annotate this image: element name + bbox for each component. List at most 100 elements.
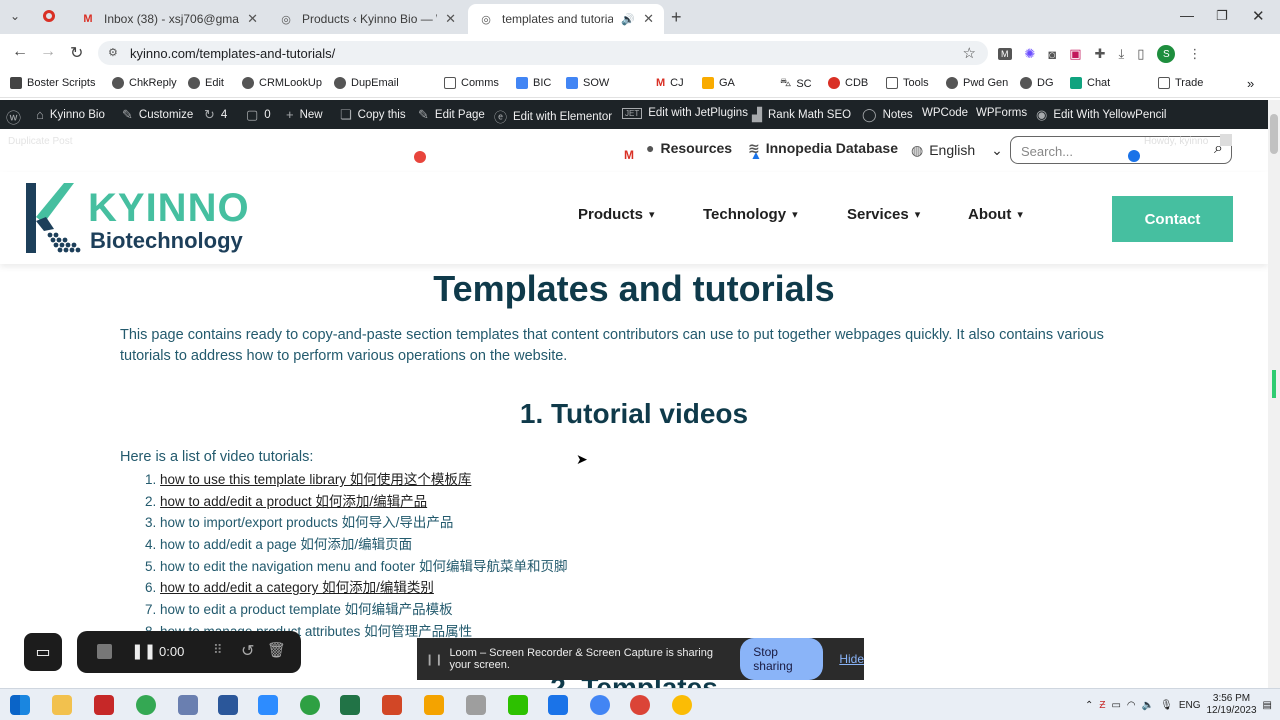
wp-rank-math[interactable]: ▟ Rank Math SEO <box>752 107 851 123</box>
network-app-icon[interactable] <box>178 695 198 715</box>
bookmark-sc[interactable]: ⛍ SC <box>780 77 812 91</box>
nav-services[interactable]: Services ▾ <box>847 206 920 223</box>
extension-pa-icon[interactable]: ▣ <box>1069 46 1081 62</box>
logo-wordmark[interactable]: KYINNO <box>88 186 250 230</box>
kyinno-logo-icon[interactable] <box>24 183 84 255</box>
restart-icon[interactable]: ↺ <box>241 641 254 661</box>
hide-button[interactable]: Hide <box>839 652 864 666</box>
excel-icon[interactable] <box>340 695 360 715</box>
forward-icon[interactable]: → <box>40 43 56 61</box>
address-bar[interactable]: ⚙ kyinno.com/templates-and-tutorials/ ☆ <box>98 41 988 65</box>
wp-wpcode[interactable]: WPCode <box>922 107 968 119</box>
avatar[interactable] <box>1220 134 1232 146</box>
bookmark-bic[interactable]: BIC <box>516 77 551 89</box>
side-panel-icon[interactable]: ▯ <box>1137 46 1144 62</box>
bookmark-trade[interactable]: Trade <box>1158 77 1203 89</box>
tutorial-link[interactable]: how to use this template library 如何使用这个模… <box>160 472 471 487</box>
battery-icon[interactable]: ▭ <box>1111 700 1120 711</box>
profile-avatar[interactable]: S <box>1157 45 1176 63</box>
nav-products[interactable]: Products ▾ <box>578 206 655 223</box>
loom-camera-button[interactable]: ▭ <box>24 633 62 671</box>
bookmark-star-icon[interactable]: ☆ <box>963 44 976 62</box>
bookmark-chkreply[interactable]: ChkReply <box>112 77 177 89</box>
stop-recording-icon[interactable] <box>97 644 112 659</box>
language-selector[interactable]: ◍ English ⌄ <box>911 142 1003 159</box>
wp-customize[interactable]: ✎ Customize <box>122 107 193 123</box>
bookmark-sow[interactable]: SOW <box>566 77 609 89</box>
stop-sharing-button[interactable]: Stop sharing <box>740 638 824 680</box>
bookmark-cj[interactable]: M CJ <box>656 77 684 89</box>
close-window-icon[interactable]: ✕ <box>1252 7 1265 25</box>
nav-about[interactable]: About ▾ <box>968 206 1023 223</box>
green-app-icon[interactable] <box>300 695 320 715</box>
sublime-icon[interactable] <box>424 695 444 715</box>
trash-icon[interactable]: 🗑 <box>267 641 286 659</box>
new-tab-icon[interactable]: + <box>671 7 682 28</box>
bookmark-cdb[interactable]: CDB <box>828 77 868 89</box>
skype-icon[interactable] <box>548 695 568 715</box>
tutorial-link[interactable]: how to add/edit a category 如何添加/编辑类别 <box>160 580 434 595</box>
duplicate-post-label[interactable]: Duplicate Post <box>8 136 72 147</box>
wifi-icon[interactable]: ◠ <box>1127 700 1136 711</box>
contact-button[interactable]: Contact <box>1112 196 1233 242</box>
close-tab-icon[interactable]: ✕ <box>247 11 258 27</box>
menu-kebab-icon[interactable]: ⋮ <box>1188 46 1201 62</box>
wp-comments[interactable]: ▢ 0 <box>246 107 271 123</box>
clock[interactable]: 3:56 PM 12/19/2023 <box>1206 693 1256 717</box>
drag-handle-icon[interactable]: ❙❙ <box>425 653 443 666</box>
chrome-profile-icon[interactable] <box>630 695 650 715</box>
scrollbar-thumb[interactable] <box>1270 114 1278 154</box>
bookmark-edit[interactable]: Edit <box>188 77 224 89</box>
bookmark-comms[interactable]: Comms <box>444 77 499 89</box>
app-icon[interactable] <box>466 695 486 715</box>
minimize-icon[interactable]: — <box>1180 7 1194 23</box>
chrome-profile-icon[interactable] <box>672 695 692 715</box>
gmail-bookmark-icon[interactable]: M <box>624 148 634 162</box>
drag-handle-icon[interactable]: ⠿ <box>213 642 223 658</box>
extensions-puzzle-icon[interactable]: ✚ <box>1095 46 1106 62</box>
close-tab-icon[interactable]: ✕ <box>445 11 456 27</box>
volume-icon[interactable]: 🔈 <box>1142 700 1154 711</box>
word-icon[interactable] <box>218 695 238 715</box>
resources-link[interactable]: ● Resources <box>646 140 732 156</box>
camera-icon[interactable]: ◙ <box>1048 47 1056 62</box>
notifications-icon[interactable]: ▤ <box>1263 700 1272 711</box>
wp-edit-page[interactable]: ✎ Edit Page <box>418 107 485 123</box>
pause-icon[interactable]: ❚❚ <box>131 642 156 660</box>
bookmark-dupemail[interactable]: DupEmail <box>334 77 399 89</box>
zoom-icon[interactable] <box>258 695 278 715</box>
tutorial-link[interactable]: how to add/edit a product 如何添加/编辑产品 <box>160 494 427 509</box>
download-icon[interactable]: ⤓ <box>1118 46 1124 62</box>
wp-notes[interactable]: ◯ Notes <box>862 107 913 123</box>
chrome-icon[interactable] <box>136 695 156 715</box>
wp-new[interactable]: + New <box>286 107 323 122</box>
bookmark-pwd-gen[interactable]: Pwd Gen <box>946 77 1008 89</box>
innopedia-database-link[interactable]: ≋ Innopedia Database <box>748 140 898 157</box>
asana-icon[interactable] <box>414 151 426 163</box>
filezilla-tray-icon[interactable]: Ƶ <box>1099 700 1105 711</box>
start-menu-icon[interactable] <box>10 695 30 715</box>
more-bookmarks-icon[interactable]: » <box>1247 76 1254 91</box>
wp-wpforms[interactable]: WPForms <box>976 107 1027 119</box>
wp-updates[interactable]: ↻ 4 <box>204 107 227 123</box>
tab-gmail[interactable]: M Inbox (38) - xsj706@gmail.com ✕ <box>70 4 268 34</box>
extension-star-icon[interactable]: ✺ <box>1025 46 1036 62</box>
file-explorer-icon[interactable] <box>52 695 72 715</box>
wordpress-logo-icon[interactable]: ⓦ <box>6 107 21 128</box>
wechat-icon[interactable] <box>508 695 528 715</box>
bookmark-ga[interactable]: GA <box>702 77 735 89</box>
reload-icon[interactable]: ↻ <box>70 43 83 63</box>
chrome-profile-icon[interactable] <box>590 695 610 715</box>
logo-tagline[interactable]: Biotechnology <box>90 228 243 254</box>
extension-m-icon[interactable]: M <box>998 48 1012 60</box>
language-indicator[interactable]: ENG <box>1179 700 1201 711</box>
close-tab-icon[interactable]: ✕ <box>643 11 654 27</box>
tab-templates-active[interactable]: ◎ templates and tutorials - Kyinno 🔊 ✕ <box>468 4 664 34</box>
wp-copy-this[interactable]: ❏ Copy this <box>340 107 406 123</box>
howdy-user[interactable]: Howdy, kyinno <box>1144 136 1208 147</box>
bookmark-crmlookup[interactable]: CRMLookUp <box>242 77 322 89</box>
bookmark-dg[interactable]: DG <box>1020 77 1054 89</box>
microphone-icon[interactable]: 🎙 <box>1160 700 1173 711</box>
restore-icon[interactable]: ❐ <box>1216 8 1228 24</box>
powerpoint-icon[interactable] <box>382 695 402 715</box>
